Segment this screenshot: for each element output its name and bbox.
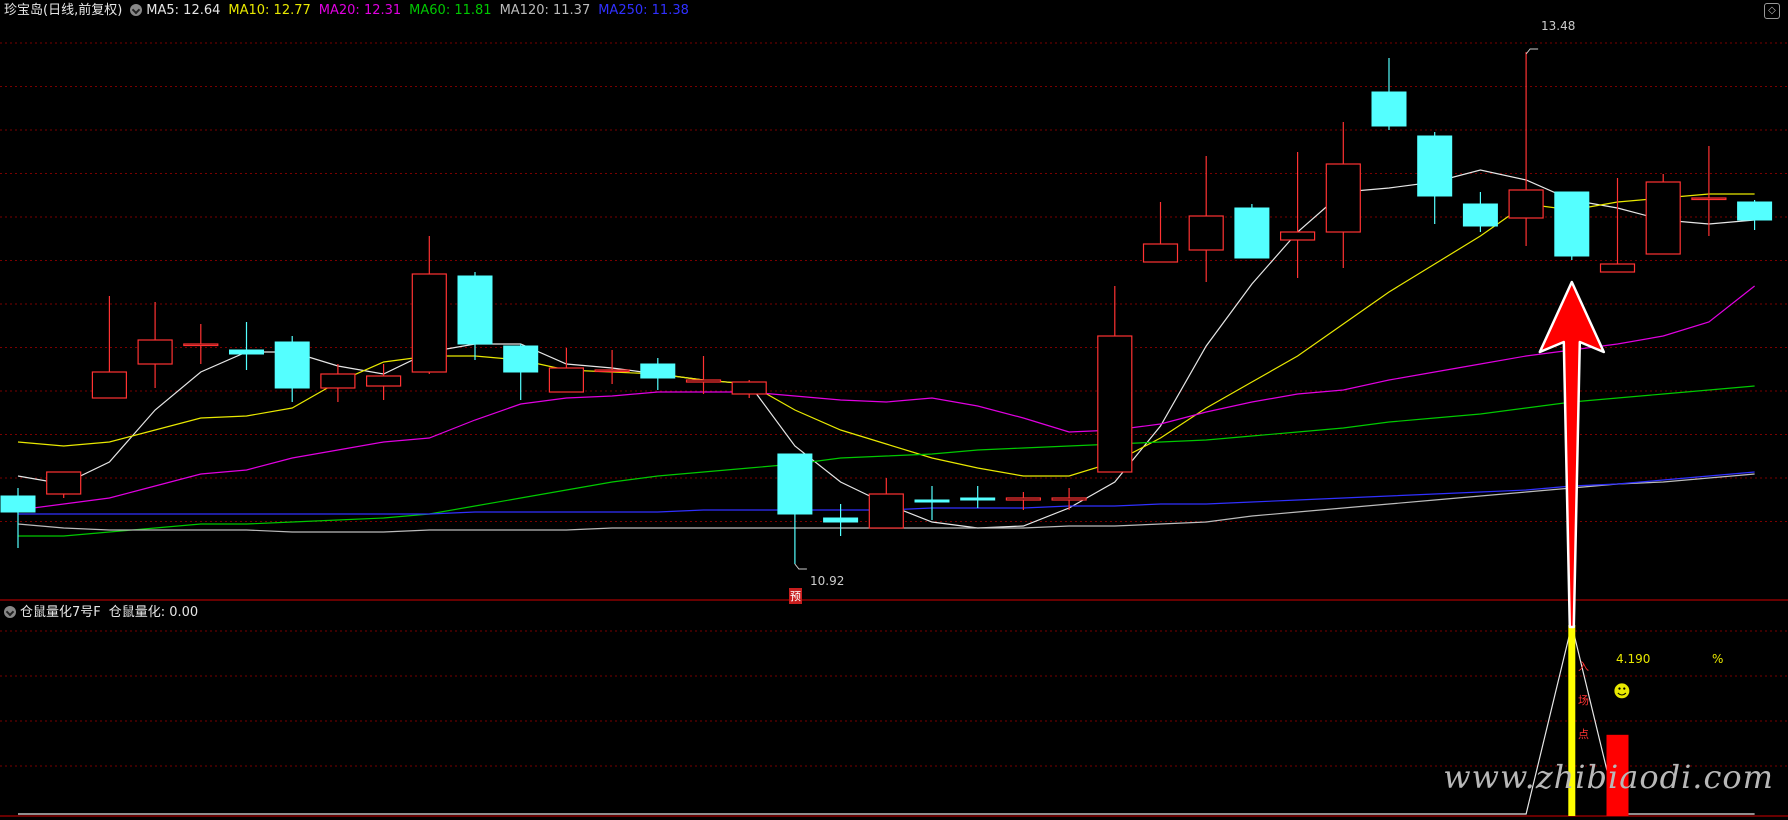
- candle-down: [274, 341, 310, 389]
- candle-up: [137, 339, 173, 365]
- candle-up: [1599, 263, 1636, 273]
- candle-up: [320, 373, 356, 389]
- candle-up: [1005, 497, 1042, 501]
- candle-up: [366, 375, 402, 387]
- candle-down: [640, 363, 676, 379]
- candle-up: [731, 381, 767, 395]
- candle-down: [823, 517, 859, 523]
- candle-down: [457, 275, 493, 345]
- high-price-label: 13.48: [1541, 19, 1576, 33]
- ma20-line: [17, 285, 1755, 511]
- candle-up: [1051, 497, 1087, 501]
- main-panel-header: 珍宝岛(日线,前复权) MA5: 12.64 MA10: 12.77 MA20: 12…: [4, 2, 697, 20]
- smiley-icon: ☻: [1613, 682, 1631, 702]
- panel-toggle-icon[interactable]: ◇: [1764, 3, 1780, 19]
- percent-sign: %: [1712, 652, 1724, 666]
- indicator-value: 仓鼠量化: 0.00: [108, 605, 199, 620]
- high-pointer: [1525, 48, 1539, 55]
- ma120-value: MA120: 11.37: [499, 3, 591, 18]
- candle-up: [1645, 181, 1681, 255]
- ma60-value: MA60: 11.81: [409, 3, 492, 18]
- dropdown-icon[interactable]: [130, 4, 143, 16]
- candle-up: [548, 367, 585, 393]
- candle-up: [46, 471, 82, 495]
- candle-down: [1417, 135, 1453, 197]
- candle-up: [411, 273, 447, 373]
- candle-down: [1462, 203, 1498, 227]
- percent-value: 4.190: [1616, 652, 1651, 666]
- candle-up: [685, 379, 722, 383]
- watermark: www.zhibiaodi.com: [1443, 758, 1774, 796]
- low-tag-badge: 预: [789, 588, 802, 604]
- ma10-line: [17, 193, 1755, 477]
- signal-char-1: 入: [1578, 660, 1589, 673]
- candle-up: [1142, 243, 1179, 263]
- ma5-value: MA5: 12.64: [146, 3, 221, 18]
- signal-char-2: 场: [1578, 694, 1589, 707]
- stock-label[interactable]: 珍宝岛(日线,前复权): [4, 3, 122, 18]
- ma250-value: MA250: 11.38: [598, 3, 689, 18]
- low-pointer: [794, 563, 807, 570]
- candle-up: [1188, 215, 1224, 251]
- candle-up: [91, 371, 128, 399]
- candle-down: [777, 453, 813, 515]
- candle-up: [868, 493, 904, 529]
- signal-arrow: [1538, 280, 1606, 629]
- indicator-dropdown-icon[interactable]: [4, 606, 16, 618]
- candle-up: [183, 343, 219, 347]
- candle-down: [1371, 91, 1407, 127]
- candle-up: [1097, 335, 1133, 473]
- stock-chart[interactable]: [0, 0, 1788, 820]
- candle-up: [1279, 231, 1316, 241]
- candle-down: [1554, 191, 1590, 257]
- indicator-name[interactable]: 仓鼠量化7号F: [20, 605, 101, 620]
- candle-down: [503, 345, 539, 373]
- signal-char-3: 点: [1578, 728, 1589, 741]
- ma10-value: MA10: 12.77: [228, 3, 311, 18]
- candle-up: [1691, 197, 1727, 201]
- low-price-label: 10.92: [810, 574, 845, 588]
- candle-down: [914, 499, 950, 503]
- candle-up: [1508, 189, 1544, 219]
- candle-up: [594, 369, 630, 373]
- candle-down: [1737, 201, 1773, 221]
- candle-down: [229, 349, 264, 355]
- sub-panel-header: 仓鼠量化7号F 仓鼠量化: 0.00: [4, 604, 206, 622]
- candle-down: [1234, 207, 1270, 259]
- candle-down: [960, 497, 996, 501]
- candle-down: [0, 495, 36, 513]
- ma20-value: MA20: 12.31: [318, 3, 402, 18]
- candle-up: [1325, 163, 1361, 233]
